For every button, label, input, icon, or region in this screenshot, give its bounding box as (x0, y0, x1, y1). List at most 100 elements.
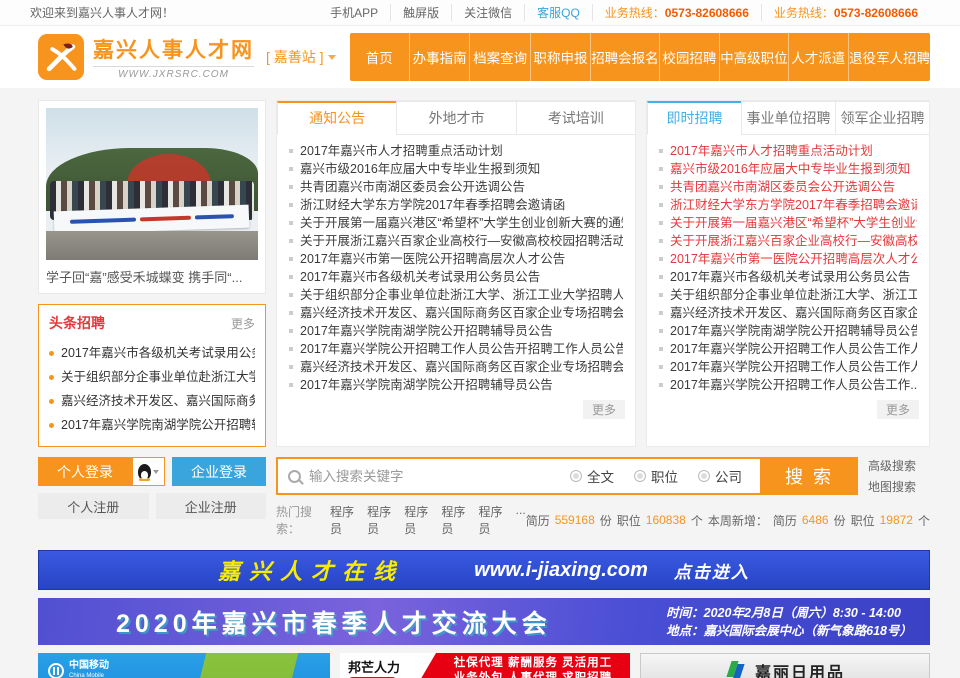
jobs-tab[interactable]: 即时招聘 (647, 101, 741, 135)
nav-item[interactable]: 首页 (350, 33, 409, 81)
search-input[interactable] (309, 469, 552, 484)
jobs-item[interactable]: 2017年嘉兴学院公开招聘工作人员公告工作人员... (659, 358, 917, 376)
bullet-icon (289, 365, 293, 369)
jobs-tab[interactable]: 事业单位招聘 (741, 101, 835, 135)
notice-item[interactable]: 2017年嘉兴学院南湖学院公开招聘辅导员公告 (289, 322, 623, 340)
bullet-icon (659, 329, 663, 333)
jobs-more-link[interactable]: 更多 (877, 400, 919, 419)
map-search-link[interactable]: 地图搜索 (868, 478, 930, 495)
jobs-item[interactable]: 嘉兴市级2016年应届大中专毕业生报到须知 (659, 160, 917, 178)
notice-more-link[interactable]: 更多 (583, 400, 625, 419)
site-title[interactable]: 嘉兴人事人才网 WWW.JXRSRC.COM (93, 34, 254, 80)
station-selector[interactable]: [ 嘉善站 ] (266, 47, 336, 67)
nav-item[interactable]: 办事指南 (409, 33, 469, 81)
notice-item[interactable]: 2017年嘉兴市各级机关考试录用公务员公告 (289, 268, 623, 286)
company-login-button[interactable]: 企业登录 (172, 457, 266, 486)
bullet-icon (289, 257, 293, 261)
touch-version-link[interactable]: 触屏版 (390, 4, 451, 21)
jobs-item[interactable]: 2017年嘉兴学院南湖学院公开招聘辅导员公告 (659, 322, 917, 340)
bullet-icon (659, 383, 663, 387)
jobs-item[interactable]: 2017年嘉兴市第一医院公开招聘高层次人才公告 (659, 250, 917, 268)
news-photo-card[interactable]: 学子回“嘉”感受禾城蝶变 携手同“... (38, 100, 266, 294)
bullet-icon (659, 167, 663, 171)
bullet-icon (659, 203, 663, 207)
hot-search-term[interactable]: 程序员 (441, 503, 469, 537)
wechat-link[interactable]: 关注微信 (451, 4, 524, 21)
chevron-down-icon (328, 55, 336, 60)
banner-cta: 点击进入 (674, 558, 750, 583)
radio-icon (698, 470, 710, 482)
hot-search-term[interactable]: 程序员 (404, 503, 432, 537)
headline-item[interactable]: 嘉兴经济技术开发区、嘉兴国际商务... (49, 389, 255, 413)
jobs-item[interactable]: 2017年嘉兴学院公开招聘工作人员公告工作人员... (659, 340, 917, 358)
bullet-icon (659, 275, 663, 279)
jiali-ad[interactable]: JALY 嘉丽日用品 (640, 653, 930, 678)
china-mobile-logo: 中国移动 China Mobile (48, 661, 109, 678)
jobs-item[interactable]: 共青团嘉兴市南湖区委员会公开选调公告 (659, 178, 917, 196)
site-logo-icon[interactable] (38, 34, 84, 80)
talent-online-banner[interactable]: 嘉兴人才在线 www.i-jiaxing.com 点击进入 (38, 550, 930, 590)
hot-search-term[interactable]: ... (516, 503, 526, 537)
jobs-item[interactable]: 关于开展第一届嘉兴港区“希望杯”大学生创业创... (659, 214, 917, 232)
hot-search-term[interactable]: 程序员 (367, 503, 395, 537)
photo-caption[interactable]: 学子回“嘉”感受禾城蝶变 携手同“... (46, 260, 258, 286)
login-area: 个人登录 企业登录 个人注册 企业注册 (38, 457, 266, 537)
qq-service-link[interactable]: 客服QQ (524, 4, 592, 21)
jobs-item[interactable]: 关于开展浙江嘉兴百家企业高校行—安徽高校校园... (659, 232, 917, 250)
nav-item[interactable]: 职称申报 (530, 33, 590, 81)
mobile-app-link[interactable]: 手机APP (318, 4, 390, 21)
nav-item[interactable]: 招聘会报名 (590, 33, 659, 81)
notice-item[interactable]: 共青团嘉兴市南湖区委员会公开选调公告 (289, 178, 623, 196)
notice-item[interactable]: 嘉兴市级2016年应届大中专毕业生报到须知 (289, 160, 623, 178)
nav-item[interactable]: 退役军人招聘 (848, 33, 930, 81)
notice-item[interactable]: 关于组织部分企事业单位赴浙江大学、浙江工业大学招聘人才的... (289, 286, 623, 304)
jobs-item[interactable]: 嘉兴经济技术开发区、嘉兴国际商务区百家企业专... (659, 304, 917, 322)
notice-tab[interactable]: 外地才市 (396, 101, 515, 135)
notice-item[interactable]: 2017年嘉兴市第一医院公开招聘高层次人才公告 (289, 250, 623, 268)
notice-item[interactable]: 浙江财经大学东方学院2017年春季招聘会邀请函 (289, 196, 623, 214)
notice-item[interactable]: 2017年嘉兴学院公开招聘工作人员公告开招聘工作人员公告开... (289, 340, 623, 358)
qq-login-dropdown[interactable] (132, 457, 165, 486)
nav-item[interactable]: 档案查询 (469, 33, 529, 81)
personal-register-button[interactable]: 个人注册 (38, 493, 149, 519)
bullet-icon (289, 221, 293, 225)
hot-search-term[interactable]: 程序员 (330, 503, 358, 537)
search-scope-radio[interactable]: 公司 (698, 466, 742, 486)
bullet-icon (289, 203, 293, 207)
search-scope-radio[interactable]: 全文 (570, 466, 614, 486)
notice-item[interactable]: 嘉兴经济技术开发区、嘉兴国际商务区百家企业专场招聘会公告 (289, 304, 623, 322)
headline-item[interactable]: 关于组织部分企事业单位赴浙江大学... (49, 365, 255, 389)
personal-login-button[interactable]: 个人登录 (38, 457, 132, 486)
headline-title: 头条招聘 (49, 313, 105, 333)
company-register-button[interactable]: 企业注册 (156, 493, 267, 519)
nav-item[interactable]: 校园招聘 (659, 33, 719, 81)
job-fair-banner[interactable]: 2020年嘉兴市春季人才交流大会 时间：2020年2月8日（周六）8:30 - … (38, 598, 930, 645)
search-button[interactable]: 搜索 (760, 459, 856, 493)
jobs-item[interactable]: 浙江财经大学东方学院2017年春季招聘会邀请函 (659, 196, 917, 214)
notice-tab[interactable]: 考试培训 (516, 101, 635, 135)
bangmang-hr-ad[interactable]: 邦芒人力 50bm.com 社保代理 薪酬服务 灵活用工 业务外包 人事代理 求… (340, 653, 630, 678)
notice-tab[interactable]: 通知公告 (277, 101, 396, 135)
jobs-item[interactable]: 2017年嘉兴市人才招聘重点活动计划 (659, 142, 917, 160)
jobs-item[interactable]: 2017年嘉兴市各级机关考试录用公务员公告 (659, 268, 917, 286)
headline-item[interactable]: 2017年嘉兴学院南湖学院公开招聘辅... (49, 413, 255, 437)
nav-item[interactable]: 中高级职位 (719, 33, 788, 81)
china-mobile-ad[interactable]: 中国移动 China Mobile bilibili 爱奇艺、腾讯视频 季度会员… (38, 653, 330, 678)
nav-item[interactable]: 人才派遣 (788, 33, 848, 81)
jobs-item[interactable]: 2017年嘉兴学院公开招聘工作人员公告工作... (659, 376, 917, 394)
hot-search-term[interactable]: 程序员 (479, 503, 507, 537)
search-scope-radio[interactable]: 职位 (634, 466, 678, 486)
notice-item[interactable]: 关于开展第一届嘉兴港区“希望杯”大学生创业创新大赛的通知 (289, 214, 623, 232)
jobs-tab[interactable]: 领军企业招聘 (835, 101, 929, 135)
notice-item[interactable]: 2017年嘉兴学院南湖学院公开招聘辅导员公告 (289, 376, 623, 394)
bullet-icon (289, 329, 293, 333)
bullet-icon (49, 351, 54, 356)
advanced-search-link[interactable]: 高级搜索 (868, 457, 930, 474)
notice-item[interactable]: 关于开展浙江嘉兴百家企业高校行—安徽高校校园招聘活动的通... (289, 232, 623, 250)
headline-more-link[interactable]: 更多 (231, 315, 255, 332)
headline-item[interactable]: 2017年嘉兴市各级机关考试录用公务... (49, 341, 255, 365)
notice-item[interactable]: 嘉兴经济技术开发区、嘉兴国际商务区百家企业专场招聘会公告 (289, 358, 623, 376)
jobs-item[interactable]: 关于组织部分企事业单位赴浙江大学、浙江工业大... (659, 286, 917, 304)
notice-item[interactable]: 2017年嘉兴市人才招聘重点活动计划 (289, 142, 623, 160)
jaly-logo-icon: JALY (725, 661, 747, 678)
